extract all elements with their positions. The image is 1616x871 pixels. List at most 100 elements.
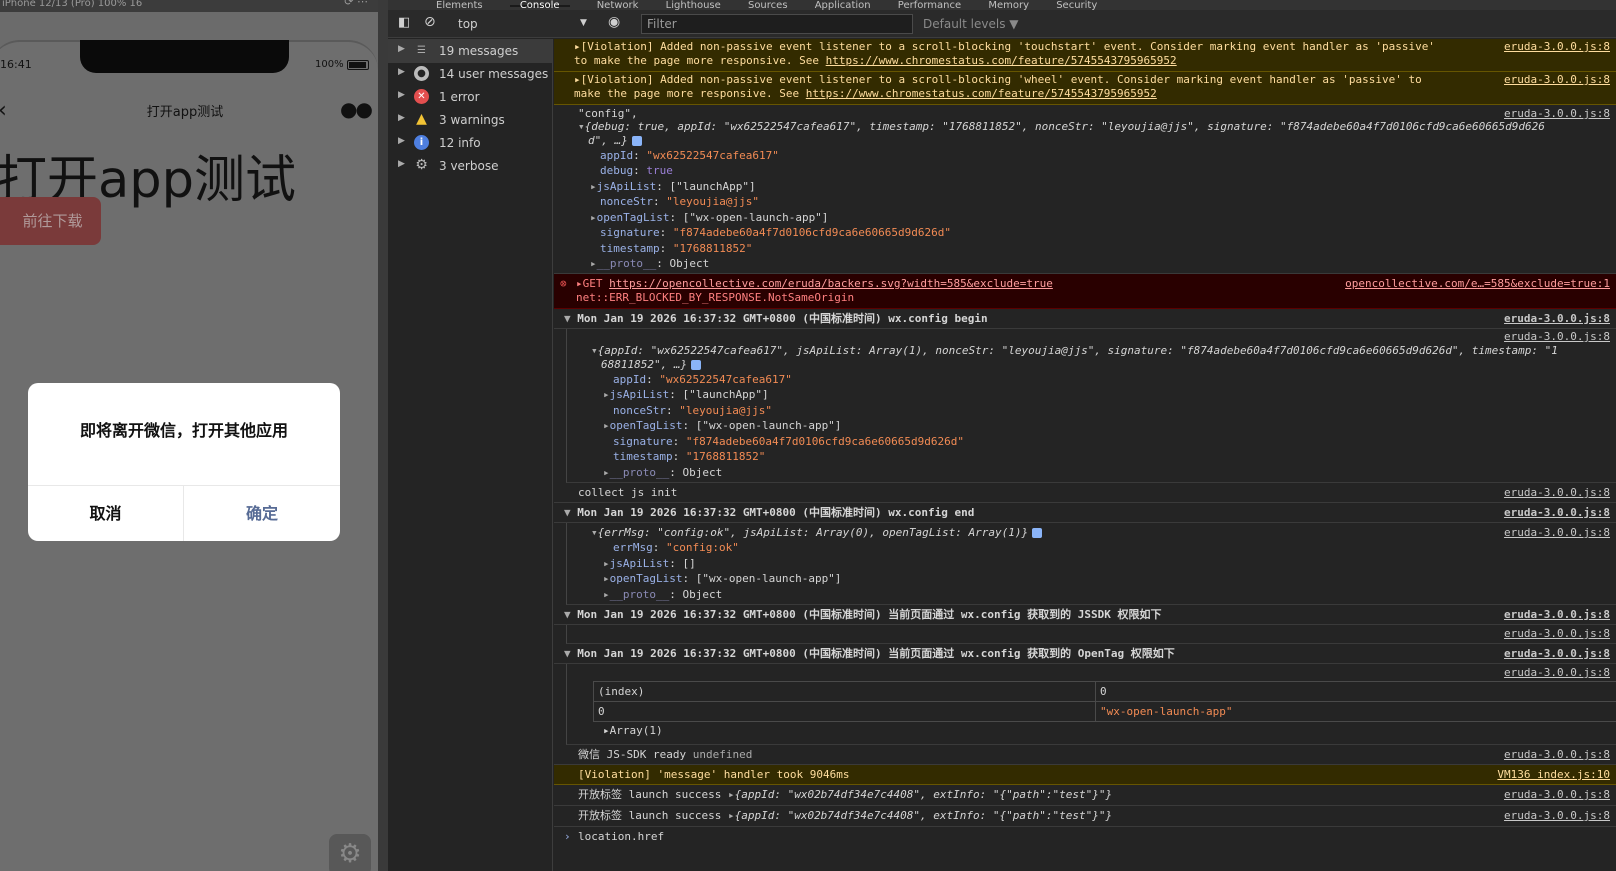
source-link[interactable]: eruda-3.0.0.js:8 <box>1504 788 1610 802</box>
source-link[interactable]: eruda-3.0.0.js:8 <box>1504 506 1610 520</box>
clear-console-icon[interactable]: ⊘ <box>424 14 436 30</box>
property-value: true <box>646 164 673 177</box>
console-group-header[interactable]: ▼ Mon Jan 19 2026 16:37:32 GMT+0800 (中国标… <box>554 503 1616 523</box>
chromestatus-link[interactable]: https://www.chromestatus.com/feature/574… <box>826 54 1177 67</box>
array-summary[interactable]: ▸Array(1) <box>603 724 663 738</box>
table-header-cell[interactable]: (index) <box>593 681 1096 702</box>
console-message-warning[interactable]: [Violation] 'message' handler took 9046m… <box>554 765 1616 785</box>
open-app-dialog: 即将离开微信，打开其他应用 取消 确定 <box>28 383 340 541</box>
console-message-log[interactable]: 微信 JS-SDK ready undefined eruda-3.0.0.js… <box>554 745 1616 765</box>
log-levels-dropdown[interactable]: Default levels ▼ <box>923 17 1019 31</box>
tab-application[interactable]: Application <box>815 1 871 11</box>
filter-input[interactable] <box>641 14 913 34</box>
expand-arrow-icon[interactable]: ▾ <box>578 120 585 133</box>
table-header-cell[interactable]: 0 <box>1095 681 1616 702</box>
sidebar-item-errors[interactable]: ▶ ✕ 1 error <box>388 85 552 109</box>
source-link[interactable]: eruda-3.0.0.js:8 <box>1504 666 1610 680</box>
console-message-table[interactable]: eruda-3.0.0.js:8 <box>566 625 1616 644</box>
property-openTagList[interactable]: ▸openTagList: ["wx-open-launch-app"] <box>603 419 841 433</box>
console-message-config[interactable]: "config", eruda-3.0.0.js:8 ▾{debug: true… <box>554 105 1616 274</box>
expand-arrow-icon[interactable]: ▶ <box>398 44 405 54</box>
prompt-input[interactable]: location.href <box>578 830 664 844</box>
download-button[interactable]: 前往下载 <box>0 197 101 245</box>
group-title: ▼ Mon Jan 19 2026 16:37:32 GMT+0800 (中国标… <box>564 647 1175 660</box>
property-proto[interactable]: ▸__proto__: Object <box>590 257 709 271</box>
console-message-warning[interactable]: ▸[Violation] Added non-passive event lis… <box>554 72 1616 105</box>
context-selector[interactable]: top <box>458 17 478 31</box>
source-link[interactable]: eruda-3.0.0.js:8 <box>1504 40 1610 54</box>
dialog-cancel-button[interactable]: 取消 <box>28 486 183 541</box>
source-link[interactable]: eruda-3.0.0.js:8 <box>1504 809 1610 823</box>
console-message-object[interactable]: eruda-3.0.0.js:8 ▾{errMsg: "config:ok", … <box>566 523 1616 605</box>
sidebar-item-user-messages[interactable]: ▶ ● 14 user messages <box>388 62 552 86</box>
source-link[interactable]: eruda-3.0.0.js:8 <box>1504 627 1610 641</box>
source-link[interactable]: eruda-3.0.0.js:8 <box>1504 107 1610 121</box>
property-openTagList[interactable]: ▸openTagList: ["wx-open-launch-app"] <box>603 572 841 586</box>
expand-arrow-icon[interactable]: ▶ <box>398 90 405 100</box>
tab-sources[interactable]: Sources <box>748 1 788 11</box>
source-link[interactable]: eruda-3.0.0.js:8 <box>1504 486 1610 500</box>
sidebar-item-verbose[interactable]: ▶ ⚙ 3 verbose <box>388 154 552 178</box>
source-link[interactable]: eruda-3.0.0.js:8 <box>1504 647 1610 661</box>
console-group-header[interactable]: ▼ Mon Jan 19 2026 16:37:32 GMT+0800 (中国标… <box>554 644 1616 664</box>
console-group-header[interactable]: ▼ Mon Jan 19 2026 16:37:32 GMT+0800 (中国标… <box>554 309 1616 329</box>
expand-arrow-icon[interactable]: ▶ <box>398 136 405 146</box>
console-message-log[interactable]: 开放标签 launch success ▸{appId: "wx02b74df3… <box>554 785 1616 806</box>
console-toolbar: ◧ ⊘ top ▼ ◉ Default levels ▼ <box>388 10 1616 38</box>
source-link[interactable]: eruda-3.0.0.js:8 <box>1504 73 1610 87</box>
object-summary[interactable]: ▾{debug: true, appId: "wx62522547cafea61… <box>578 120 1545 134</box>
tab-network[interactable]: Network <box>597 1 639 11</box>
request-link[interactable]: https://opencollective.com/eruda/backers… <box>609 277 1053 290</box>
source-link[interactable]: eruda-3.0.0.js:8 <box>1504 526 1610 540</box>
expand-arrow-icon[interactable]: ▶ <box>398 113 405 123</box>
source-link[interactable]: opencollective.com/e…=585&exclude=true:1 <box>1345 277 1610 291</box>
rotate-icon[interactable]: ⟳ ⋯ <box>344 0 368 7</box>
object-summary[interactable]: ▾{errMsg: "config:ok", jsApiList: Array(… <box>591 526 1043 540</box>
property-proto[interactable]: ▸__proto__: Object <box>603 466 722 480</box>
context-dropdown-icon[interactable]: ▼ <box>580 18 587 28</box>
tab-console[interactable]: Console <box>509 1 570 10</box>
property-jsApiList[interactable]: ▸jsApiList: [] <box>603 557 696 571</box>
console-message-log[interactable]: collect js init eruda-3.0.0.js:8 <box>554 483 1616 503</box>
group-title: ▼ Mon Jan 19 2026 16:37:32 GMT+0800 (中国标… <box>564 506 975 519</box>
property-jsApiList[interactable]: ▸jsApiList: ["launchApp"] <box>590 180 756 194</box>
chromestatus-link[interactable]: https://www.chromestatus.com/feature/574… <box>806 87 1157 100</box>
console-group-header[interactable]: ▼ Mon Jan 19 2026 16:37:32 GMT+0800 (中国标… <box>554 605 1616 625</box>
sidebar-item-warnings[interactable]: ▶ ▲ 3 warnings <box>388 108 552 132</box>
property-openTagList[interactable]: ▸openTagList: ["wx-open-launch-app"] <box>590 211 828 225</box>
eye-icon[interactable]: ◉ <box>608 14 620 30</box>
tab-security[interactable]: Security <box>1056 1 1097 11</box>
device-scrollbar[interactable] <box>378 0 388 871</box>
sidebar-item-messages[interactable]: ▶ ☰ 19 messages <box>388 39 552 63</box>
source-link[interactable]: eruda-3.0.0.js:8 <box>1504 608 1610 622</box>
device-toolbar-label[interactable]: iPhone 12/13 (Pro) 100% 16 <box>2 0 142 9</box>
tab-performance[interactable]: Performance <box>898 1 961 11</box>
console-message-warning[interactable]: ▸[Violation] Added non-passive event lis… <box>554 39 1616 72</box>
console-message-error[interactable]: ⊗ ▸GET https://opencollective.com/eruda/… <box>554 274 1616 309</box>
console-message-object[interactable]: eruda-3.0.0.js:8 ▾{appId: "wx62522547caf… <box>566 329 1616 483</box>
tab-memory[interactable]: Memory <box>988 1 1029 11</box>
console-message-log[interactable]: 开放标签 launch success ▸{appId: "wx02b74df3… <box>554 806 1616 827</box>
expand-arrow-icon[interactable]: ▶ <box>398 159 405 169</box>
property-jsApiList[interactable]: ▸jsApiList: ["launchApp"] <box>603 388 769 402</box>
tab-elements[interactable]: Elements <box>436 1 483 11</box>
message-value: undefined <box>692 748 753 761</box>
sidebar-item-info[interactable]: ▶ i 12 info <box>388 131 552 155</box>
source-link[interactable]: VM136 index.js:10 <box>1497 768 1610 782</box>
object-summary[interactable]: ▾{appId: "wx62522547cafea617", jsApiList… <box>591 344 1558 358</box>
sidebar-toggle-icon[interactable]: ◧ <box>398 15 410 30</box>
source-link[interactable]: eruda-3.0.0.js:8 <box>1504 312 1610 326</box>
property-value: "leyoujia@jjs" <box>666 195 759 208</box>
expand-arrow-icon[interactable]: ▶ <box>398 67 405 77</box>
console-prompt[interactable]: › location.href <box>554 827 1616 847</box>
source-link[interactable]: eruda-3.0.0.js:8 <box>1504 330 1610 344</box>
dialog-confirm-button[interactable]: 确定 <box>184 486 340 541</box>
tab-lighthouse[interactable]: Lighthouse <box>666 1 721 11</box>
sidebar-item-label: 14 user messages <box>439 67 549 81</box>
group-title-text: Mon Jan 19 2026 16:37:32 GMT+0800 (中国标准时… <box>577 608 1162 621</box>
property-proto[interactable]: ▸__proto__: Object <box>603 588 722 602</box>
source-link[interactable]: eruda-3.0.0.js:8 <box>1504 748 1610 762</box>
more-icon[interactable]: ●● <box>340 97 373 121</box>
console-message-table[interactable]: eruda-3.0.0.js:8 (index) 0 0 "wx-open-la… <box>566 664 1616 745</box>
eruda-gear-icon[interactable]: ⚙ <box>329 834 371 871</box>
